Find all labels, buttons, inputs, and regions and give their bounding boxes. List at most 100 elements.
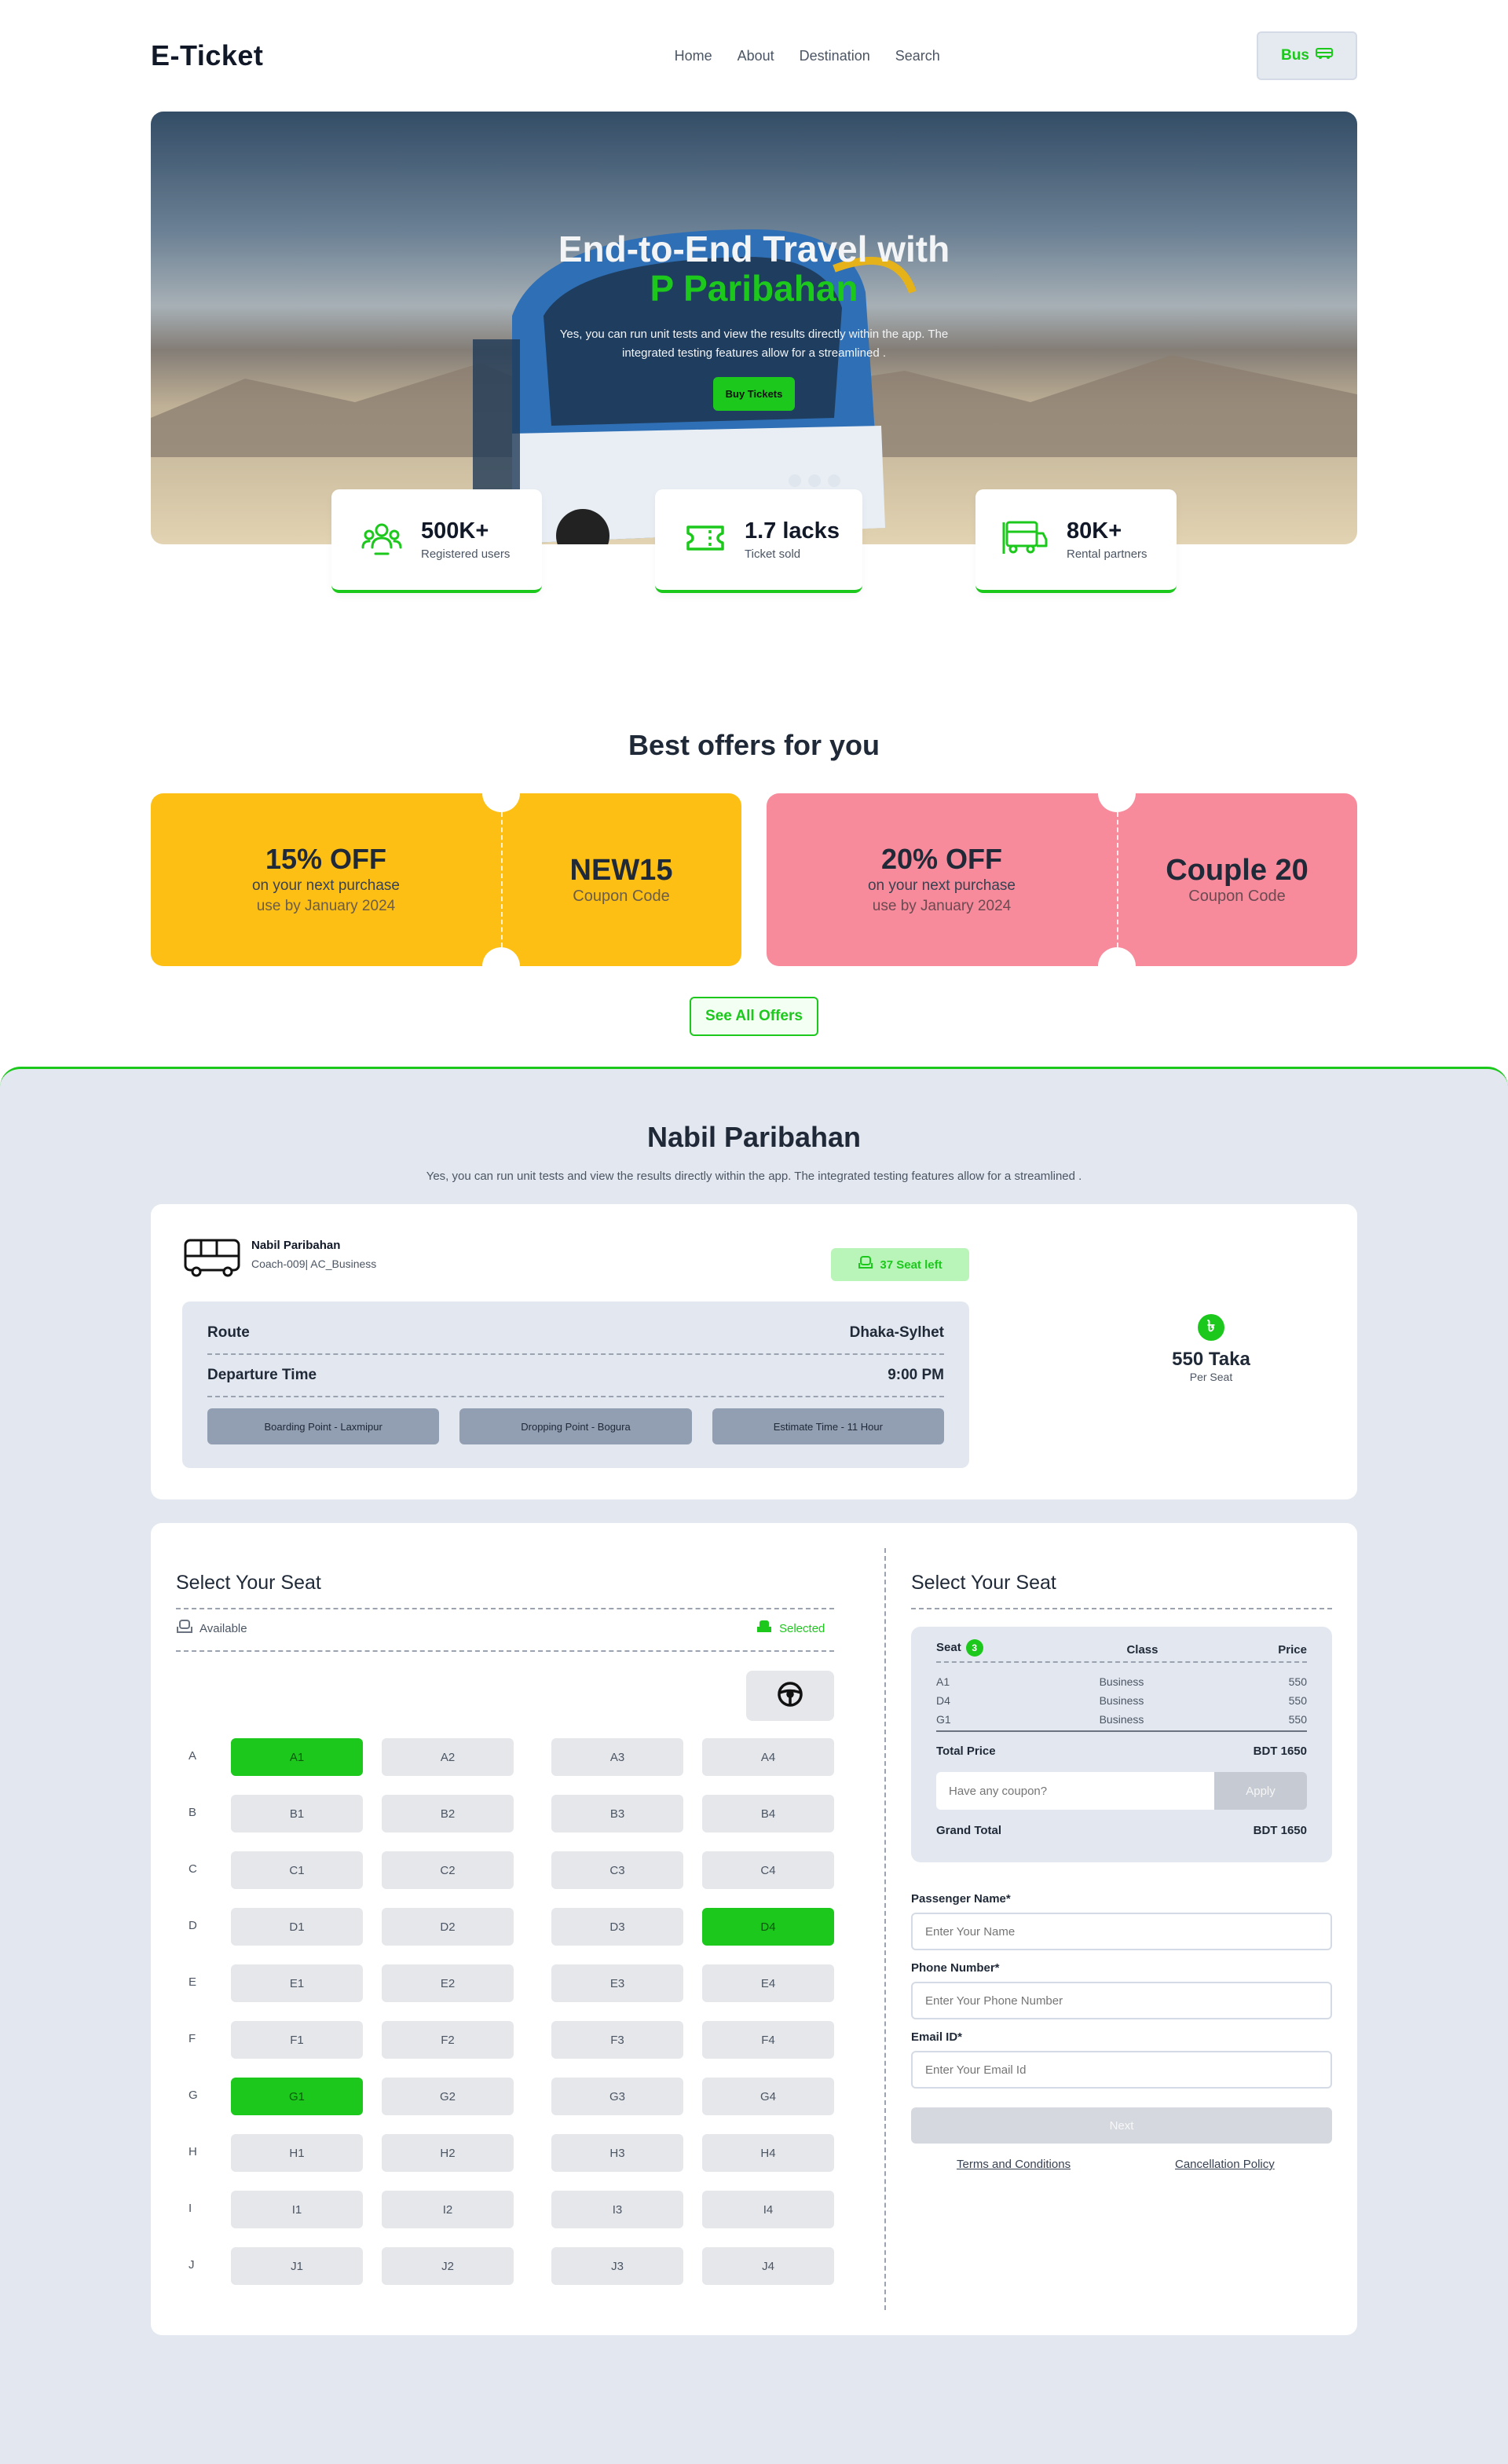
bus-button-label: Bus — [1281, 47, 1309, 64]
summary-seat: A1 — [936, 1675, 950, 1688]
price-per-seat: Per Seat — [1189, 1371, 1233, 1383]
seat-button[interactable]: J1 — [231, 2247, 363, 2285]
price-block: ৳ 550 Taka Per Seat — [1117, 1314, 1305, 1383]
seat-button[interactable]: H3 — [551, 2134, 683, 2172]
seat-button[interactable]: H4 — [702, 2134, 834, 2172]
seat-button[interactable]: A3 — [551, 1738, 683, 1776]
summary-class: Business — [1099, 1713, 1144, 1726]
grand-total-label: Grand Total — [936, 1824, 1002, 1837]
seat-button[interactable]: I2 — [382, 2191, 514, 2228]
coupon-discount: 15% OFF — [265, 843, 387, 875]
coupon-code-label: Coupon Code — [573, 888, 670, 905]
seat-button[interactable]: I1 — [231, 2191, 363, 2228]
booking-section: Nabil Paribahan Yes, you can run unit te… — [0, 1067, 1508, 2464]
phone-number-input[interactable] — [911, 1982, 1332, 2019]
seat-row-label: A — [188, 1749, 197, 1763]
stat-card-tickets: 1.7 lacks Ticket sold — [655, 489, 862, 593]
seat-button[interactable]: E3 — [551, 1964, 683, 2002]
seat-button[interactable]: A2 — [382, 1738, 514, 1776]
email-input[interactable] — [911, 2051, 1332, 2089]
route-label: Route — [207, 1324, 250, 1341]
seat-button[interactable]: F3 — [551, 2021, 683, 2059]
seat-booking-card: Select Your Seat Available Selected A A1 A… — [151, 1523, 1357, 2335]
coupon-card[interactable]: 20% OFF on your next purchase use by Jan… — [767, 793, 1357, 966]
nav-link-about[interactable]: About — [738, 48, 774, 64]
seat-button[interactable]: B2 — [382, 1795, 514, 1832]
buy-tickets-button[interactable]: Buy Tickets — [712, 377, 796, 411]
seat-button[interactable]: E2 — [382, 1964, 514, 2002]
grand-total-row: Grand Total BDT 1650 — [936, 1824, 1307, 1837]
hero-subtitle: Yes, you can run unit tests and view the… — [559, 328, 949, 360]
seat-button[interactable]: G2 — [382, 2078, 514, 2115]
coupon-discount: 20% OFF — [880, 843, 1003, 875]
boarding-point-pill: Boarding Point - Laxmipur — [207, 1408, 440, 1444]
seat-button[interactable]: I3 — [551, 2191, 683, 2228]
seat-button[interactable]: D4 — [702, 1908, 834, 1946]
divider — [911, 1608, 1332, 1609]
seat-button[interactable]: G3 — [551, 2078, 683, 2115]
seat-button[interactable]: G1 — [231, 2078, 363, 2115]
summary-title: Select Your Seat — [911, 1572, 1056, 1594]
seat-button[interactable]: F2 — [382, 2021, 514, 2059]
stat-value: 1.7 lacks — [745, 518, 840, 544]
coupon-card[interactable]: 15% OFF on your next purchase use by Jan… — [151, 793, 741, 966]
summary-col-seat: Seat 3 — [936, 1639, 983, 1657]
summary-seat: D4 — [936, 1694, 950, 1707]
seat-button[interactable]: B1 — [231, 1795, 363, 1832]
seat-button[interactable]: B3 — [551, 1795, 683, 1832]
seat-button[interactable]: E4 — [702, 1964, 834, 2002]
bus-button[interactable]: Bus — [1256, 31, 1357, 80]
seat-button[interactable]: J3 — [551, 2247, 683, 2285]
departure-label: Departure Time — [207, 1367, 317, 1383]
nav-link-home[interactable]: Home — [675, 48, 712, 64]
seat-button[interactable]: D1 — [231, 1908, 363, 1946]
summary-header: Seat 3 Class Price — [936, 1627, 1307, 1663]
total-price-row: Total Price BDT 1650 — [936, 1745, 1307, 1758]
seat-button[interactable]: C2 — [382, 1851, 514, 1889]
nav-link-search[interactable]: Search — [895, 48, 940, 64]
trip-pills: Boarding Point - Laxmipur Dropping Point… — [207, 1408, 944, 1444]
next-button[interactable]: Next — [911, 2107, 1332, 2144]
nav-link-destination[interactable]: Destination — [800, 48, 870, 64]
summary-row: D4 Business 550 — [936, 1691, 1307, 1710]
ticket-icon — [683, 516, 727, 564]
seat-button[interactable]: C4 — [702, 1851, 834, 1889]
summary-row: G1 Business 550 — [936, 1710, 1307, 1729]
seat-button[interactable]: E1 — [231, 1964, 363, 2002]
seat-map-title: Select Your Seat — [176, 1572, 321, 1594]
coach-info: Coach-009| AC_Business — [251, 1258, 377, 1270]
logo[interactable]: E-Ticket — [151, 39, 263, 72]
route-details: Route Dhaka-Sylhet Departure Time 9:00 P… — [182, 1302, 969, 1468]
seat-button[interactable]: J2 — [382, 2247, 514, 2285]
legend-available: Available — [176, 1619, 247, 1638]
cancellation-policy-link[interactable]: Cancellation Policy — [1175, 2158, 1275, 2171]
coupon-input[interactable] — [936, 1772, 1214, 1810]
seat-button[interactable]: A1 — [231, 1738, 363, 1776]
seat-button[interactable]: D2 — [382, 1908, 514, 1946]
apply-coupon-button[interactable]: Apply — [1214, 1772, 1307, 1810]
total-price-value: BDT 1650 — [1253, 1745, 1307, 1758]
hero-banner: End-to-End Travel with P Paribahan Yes, … — [151, 112, 1357, 544]
coupon-code: Couple 20 — [1166, 854, 1309, 887]
summary-seat: G1 — [936, 1713, 951, 1726]
total-price-label: Total Price — [936, 1745, 996, 1758]
terms-link[interactable]: Terms and Conditions — [957, 2158, 1071, 2171]
seat-selected-icon — [756, 1619, 773, 1638]
taka-icon: ৳ — [1198, 1314, 1224, 1341]
see-all-offers-button[interactable]: See All Offers — [690, 997, 818, 1036]
seat-button[interactable]: I4 — [702, 2191, 834, 2228]
seat-button[interactable]: H1 — [231, 2134, 363, 2172]
seat-button[interactable]: C3 — [551, 1851, 683, 1889]
seat-button[interactable]: G4 — [702, 2078, 834, 2115]
seat-button[interactable]: F1 — [231, 2021, 363, 2059]
seat-button[interactable]: F4 — [702, 2021, 834, 2059]
seat-button[interactable]: D3 — [551, 1908, 683, 1946]
passenger-name-input[interactable] — [911, 1913, 1332, 1950]
seat-button[interactable]: B4 — [702, 1795, 834, 1832]
seat-button[interactable]: H2 — [382, 2134, 514, 2172]
stats-row: 500K+ Registered users 1.7 lacks Ticket … — [151, 489, 1357, 596]
stat-label: Rental partners — [1067, 547, 1147, 561]
seat-button[interactable]: J4 — [702, 2247, 834, 2285]
seat-button[interactable]: C1 — [231, 1851, 363, 1889]
seat-button[interactable]: A4 — [702, 1738, 834, 1776]
